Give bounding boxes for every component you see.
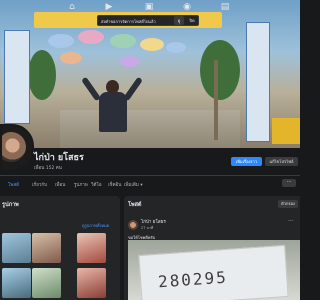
avatar-photo xyxy=(2,132,26,162)
home-icon[interactable]: ⌂ xyxy=(67,2,77,12)
tab-checkins[interactable]: เช็คอิน xyxy=(108,181,121,188)
divider xyxy=(0,175,300,176)
cover-umbrella xyxy=(120,56,140,67)
cover-umbrella xyxy=(48,34,74,48)
marketplace-icon[interactable]: ▣ xyxy=(144,2,154,12)
tab-videos[interactable]: วิดีโอ xyxy=(91,181,102,188)
cover-pole xyxy=(214,60,218,140)
gaming-icon[interactable]: ▤ xyxy=(220,2,230,12)
add-story-button[interactable]: เพิ่มเรื่องราว xyxy=(231,157,262,166)
edit-profile-button[interactable]: แก้ไขโปรไฟล์ xyxy=(265,157,298,166)
post-author-name[interactable]: ไก่ป่า ยโสธร xyxy=(141,218,166,225)
cover-yellow-sign xyxy=(272,118,300,144)
cover-banner-left xyxy=(4,30,30,124)
video-icon[interactable]: ▶ xyxy=(104,2,114,12)
tab-photos[interactable]: รูปภาพ xyxy=(74,181,88,188)
post-image[interactable]: 280295 xyxy=(128,240,300,300)
cover-person-head xyxy=(106,80,119,94)
cover-road xyxy=(60,110,240,148)
post-timestamp[interactable]: 27 นาที xyxy=(141,225,153,231)
friend-count[interactable]: เพื่อน 152 คน xyxy=(34,164,62,171)
more-options-button[interactable]: ··· xyxy=(282,179,296,187)
cover-tree xyxy=(200,40,240,100)
cover-umbrella xyxy=(60,52,82,64)
cover-umbrella xyxy=(78,30,104,44)
avatar[interactable] xyxy=(0,124,34,172)
groups-icon[interactable]: ◉ xyxy=(182,2,192,12)
cover-umbrella xyxy=(166,42,186,53)
post-menu-icon[interactable]: ··· xyxy=(288,218,294,225)
cover-person xyxy=(99,92,127,132)
post-author-avatar[interactable] xyxy=(128,220,138,230)
cover-banner-right xyxy=(246,22,270,142)
cover-tree xyxy=(28,50,56,100)
tab-friends[interactable]: เพื่อน xyxy=(55,181,65,188)
top-nav: ⌂ ▶ ▣ ◉ ▤ xyxy=(0,0,300,14)
profile-name: ไก่ป่า ยโสธร xyxy=(34,153,84,163)
see-all-photos-link[interactable]: ดูรูปภาพทั้งหมด xyxy=(82,222,109,229)
cover-person-arm xyxy=(81,76,101,102)
photos-title: รูปภาพ xyxy=(2,202,19,208)
toast-view-button[interactable]: ดู xyxy=(174,16,184,25)
cover-umbrella xyxy=(110,34,136,48)
cover-umbrella xyxy=(140,38,164,51)
toast-close-button[interactable]: ปิด xyxy=(186,16,198,25)
photo-thumbnail[interactable] xyxy=(2,233,31,263)
filter-button[interactable]: ตัวกรอง xyxy=(278,200,298,208)
photo-thumbnail[interactable] xyxy=(77,233,106,263)
posts-title: โพสต์ xyxy=(128,202,142,208)
photo-thumbnail[interactable] xyxy=(32,233,61,263)
photo-thumbnail[interactable] xyxy=(2,268,31,298)
tab-about[interactable]: เกี่ยวกับ xyxy=(32,181,47,188)
tab-more[interactable]: เพิ่มเติม ▾ xyxy=(124,181,143,188)
tab-posts[interactable]: โพสต์ xyxy=(8,181,19,188)
photo-thumbnail[interactable] xyxy=(77,268,106,298)
photo-thumbnail[interactable] xyxy=(32,268,61,298)
